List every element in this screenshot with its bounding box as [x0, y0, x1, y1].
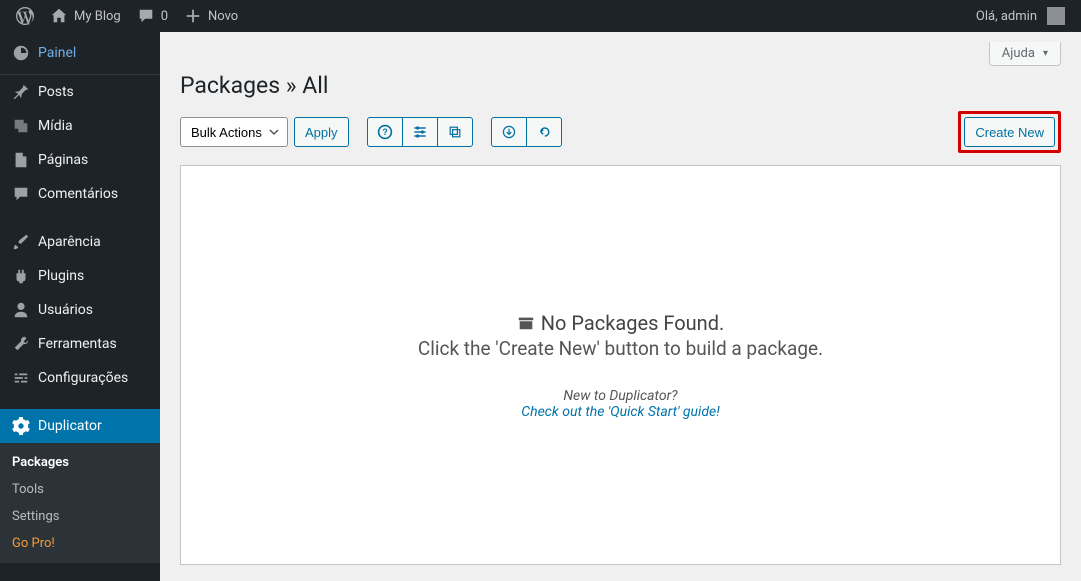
dashboard-icon [12, 44, 30, 62]
comment-icon [12, 185, 30, 203]
comment-icon [137, 7, 155, 25]
create-new-button[interactable]: Create New [964, 117, 1055, 147]
quick-start-link[interactable]: Check out the 'Quick Start' guide! [418, 404, 823, 420]
menu-users[interactable]: Usuários [0, 293, 160, 327]
packages-table: No Packages Found. Click the 'Create New… [180, 165, 1061, 565]
sliders-icon [412, 124, 428, 140]
settings-button[interactable] [402, 117, 438, 147]
import-button[interactable] [491, 117, 527, 147]
pin-icon [12, 83, 30, 101]
page-icon [12, 151, 30, 169]
bulk-actions-select[interactable]: Bulk Actions [180, 117, 288, 147]
wp-logo[interactable] [8, 0, 42, 32]
menu-settings[interactable]: Configurações [0, 361, 160, 395]
gear-icon [12, 417, 30, 435]
wordpress-icon [16, 7, 34, 25]
main-content: Ajuda Packages » All Bulk Actions Apply … [160, 32, 1081, 581]
archive-icon [517, 314, 535, 332]
menu-duplicator[interactable]: Duplicator [0, 409, 160, 443]
toolbar: Bulk Actions Apply ? [180, 111, 1061, 153]
copy-icon [447, 124, 463, 140]
plug-icon [12, 267, 30, 285]
undo-icon [536, 124, 552, 140]
undo-button[interactable] [526, 117, 562, 147]
menu-comments[interactable]: Comentários [0, 177, 160, 211]
create-new-highlight: Create New [958, 111, 1061, 153]
empty-subtitle: Click the 'Create New' button to build a… [418, 337, 823, 360]
menu-posts[interactable]: Posts [0, 75, 160, 109]
menu-appearance[interactable]: Aparência [0, 225, 160, 259]
menu-dashboard[interactable]: Painel [0, 32, 160, 75]
media-icon [12, 117, 30, 135]
brush-icon [12, 233, 30, 251]
new-content-link[interactable]: Novo [176, 0, 246, 32]
menu-pages[interactable]: Páginas [0, 143, 160, 177]
apply-button[interactable]: Apply [294, 117, 349, 147]
submenu-packages[interactable]: Packages [0, 449, 160, 476]
user-greeting[interactable]: Olá, admin [968, 0, 1073, 32]
site-name-link[interactable]: My Blog [42, 0, 129, 32]
duplicator-submenu: Packages Tools Settings Go Pro! [0, 443, 160, 563]
svg-text:?: ? [382, 127, 387, 137]
question-icon: ? [377, 124, 393, 140]
avatar [1047, 7, 1065, 25]
download-icon [501, 124, 517, 140]
empty-state: No Packages Found. Click the 'Create New… [418, 311, 823, 420]
menu-plugins[interactable]: Plugins [0, 259, 160, 293]
comments-count: 0 [161, 9, 168, 24]
site-name: My Blog [74, 9, 121, 24]
empty-hint: New to Duplicator? [418, 388, 823, 404]
help-button[interactable]: ? [367, 117, 403, 147]
menu-media[interactable]: Mídia [0, 109, 160, 143]
submenu-gopro[interactable]: Go Pro! [0, 530, 160, 557]
plus-icon [184, 7, 202, 25]
templates-button[interactable] [437, 117, 473, 147]
comments-link[interactable]: 0 [129, 0, 176, 32]
greeting-text: Olá, admin [976, 9, 1037, 24]
wrench-icon [12, 335, 30, 353]
admin-sidebar: Painel Posts Mídia Páginas Comentários A… [0, 32, 160, 581]
empty-title-text: No Packages Found. [541, 311, 725, 335]
help-tab[interactable]: Ajuda [989, 42, 1061, 66]
submenu-tools[interactable]: Tools [0, 476, 160, 503]
page-title: Packages » All [180, 72, 1061, 99]
menu-tools[interactable]: Ferramentas [0, 327, 160, 361]
submenu-settings[interactable]: Settings [0, 503, 160, 530]
admin-bar: My Blog 0 Novo Olá, admin [0, 0, 1081, 32]
user-icon [12, 301, 30, 319]
home-icon [50, 7, 68, 25]
sliders-icon [12, 369, 30, 387]
new-label: Novo [208, 9, 238, 24]
